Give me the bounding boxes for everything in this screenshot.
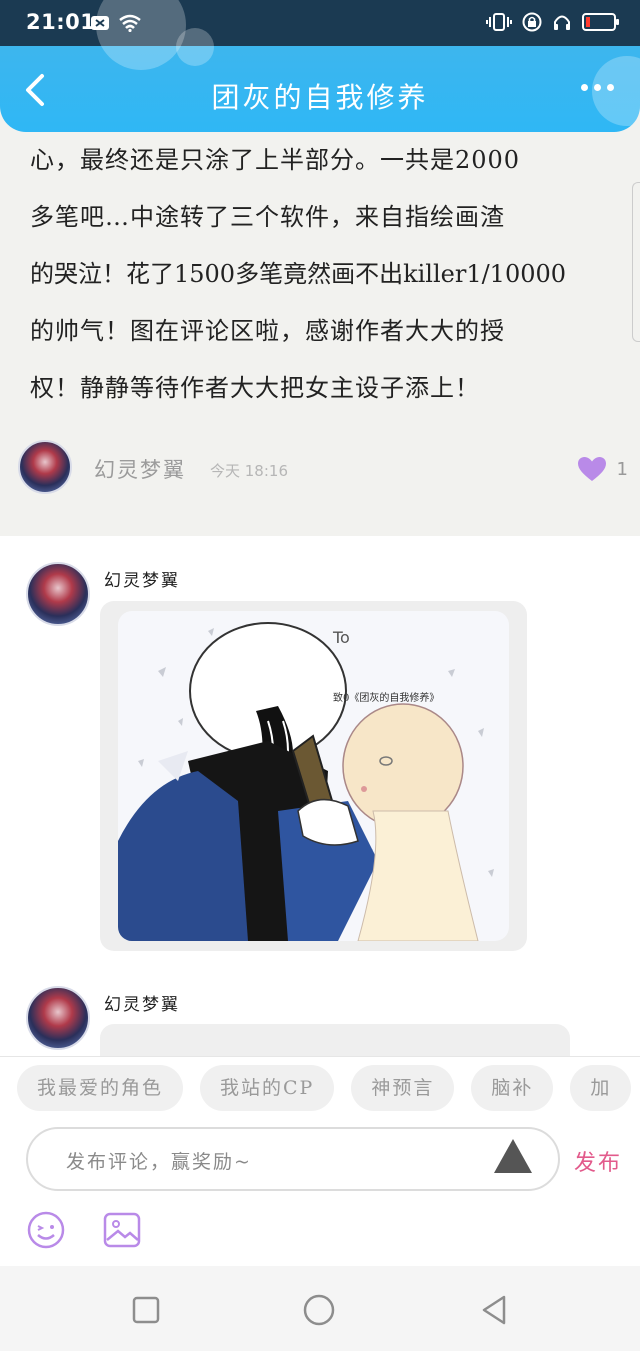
- top-bar: 21:01 团灰的自我修养: [0, 0, 640, 132]
- more-options-icon[interactable]: [581, 84, 614, 91]
- comment-image-bubble[interactable]: To 致0《团灰的自我修养》: [100, 601, 527, 951]
- post-author-row: 幻灵梦翼 今天 18:16 1: [18, 440, 628, 500]
- headphones-icon: [554, 15, 570, 30]
- like-count: 1: [616, 458, 628, 480]
- avatar[interactable]: [18, 440, 72, 494]
- vibrate-icon: [486, 13, 512, 31]
- author-name[interactable]: 幻灵梦翼: [94, 454, 186, 484]
- status-right-icons: [486, 12, 619, 32]
- fanart-drawing: To 致0《团灰的自我修养》: [118, 622, 494, 941]
- image-text-to: To: [332, 628, 350, 647]
- battery-icon: [582, 13, 619, 31]
- comment-input[interactable]: 发布评论，赢奖励~: [26, 1127, 560, 1191]
- tag-chip[interactable]: 脑补: [471, 1065, 554, 1111]
- emoji-icon[interactable]: [27, 1211, 65, 1249]
- status-time: 21:01: [26, 10, 96, 34]
- comment-author[interactable]: 幻灵梦翼: [104, 990, 180, 1015]
- status-left-icons: [90, 14, 142, 32]
- post-time: 今天 18:16: [210, 462, 288, 480]
- avatar[interactable]: [26, 562, 90, 626]
- comment-input-placeholder: 发布评论，赢奖励~: [66, 1151, 252, 1173]
- post-text-line: 的哭泣！花了1500多笔竟然画不出killer1/10000: [30, 260, 567, 288]
- back-nav-icon[interactable]: [478, 1294, 510, 1326]
- send-button[interactable]: 发布: [574, 1145, 622, 1177]
- system-nav-bar: [0, 1266, 640, 1351]
- post-body: 心，最终还是只涂了上半部分。一共是2000 多笔吧…中途转了三个软件，来自指绘画…: [0, 132, 640, 536]
- page-title: 团灰的自我修养: [211, 81, 429, 114]
- image-text-dedication: 致0《团灰的自我修养》: [333, 691, 439, 704]
- home-icon[interactable]: [303, 1294, 335, 1326]
- post-text: 心，最终还是只涂了上半部分。一共是2000 多笔吧…中途转了三个软件，来自指绘画…: [30, 132, 616, 417]
- tag-chip[interactable]: 我站的CP: [200, 1065, 335, 1111]
- post-text-line: 多笔吧…中途转了三个软件，来自指绘画渣: [30, 203, 505, 231]
- tag-chip[interactable]: 加: [570, 1065, 632, 1111]
- avatar[interactable]: [26, 986, 90, 1050]
- post-text-line: 心，最终还是只涂了上半部分。一共是2000: [30, 146, 521, 174]
- recents-icon[interactable]: [130, 1294, 162, 1326]
- scrollbar[interactable]: [632, 182, 640, 342]
- comment-image[interactable]: To 致0《团灰的自我修养》: [118, 611, 509, 941]
- status-bar: 21:01: [0, 0, 640, 46]
- heart-icon: [577, 457, 606, 481]
- tag-chip[interactable]: 我最爱的角色: [17, 1065, 184, 1111]
- tag-chip[interactable]: 神预言: [351, 1065, 455, 1111]
- comment-text-bubble[interactable]: [100, 1024, 570, 1056]
- comment-author[interactable]: 幻灵梦翼: [104, 566, 180, 591]
- comment-composer: 我最爱的角色 我站的CP 神预言 脑补 加 发布评论，赢奖励~ 发布: [0, 1056, 640, 1266]
- wifi-icon: [119, 14, 141, 32]
- lock-rotation-icon: [522, 12, 542, 32]
- post-text-line: 权！静静等待作者大大把女主设子添上！: [30, 374, 480, 402]
- header: 团灰的自我修养: [0, 46, 640, 132]
- notification-icon: [91, 16, 109, 30]
- like-button[interactable]: 1: [577, 456, 628, 482]
- image-icon[interactable]: [103, 1211, 141, 1249]
- post-text-line: 的帅气！图在评论区啦，感谢作者大大的授: [30, 317, 505, 345]
- triangle-icon[interactable]: [494, 1139, 532, 1173]
- comment-list: 幻灵梦翼 To 致0《团灰的自我修养》 幻灵梦翼: [0, 536, 640, 1056]
- topic-tags: 我最爱的角色 我站的CP 神预言 脑补 加: [17, 1065, 632, 1111]
